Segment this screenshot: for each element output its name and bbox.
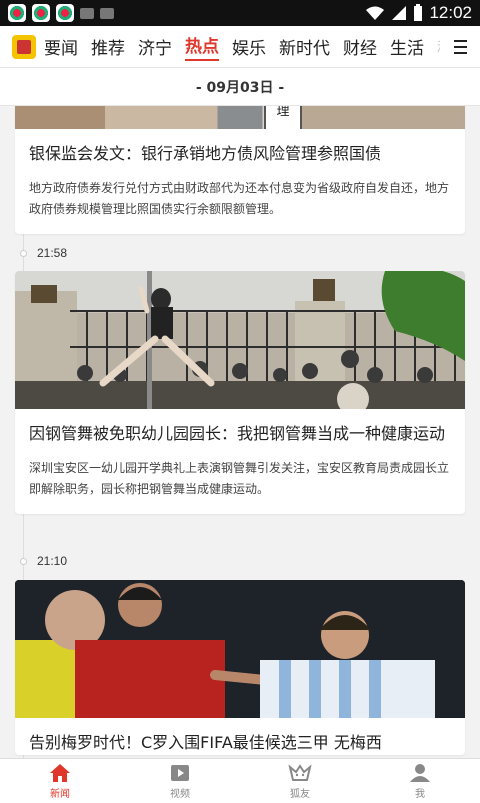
bottom-nav-news[interactable]: 新闻 <box>0 759 120 803</box>
news-title: 银保监会发文：银行承销地方债风险管理参照国债 <box>29 144 382 163</box>
mail-icon <box>100 7 114 19</box>
home-icon <box>50 763 70 782</box>
pole-dance-photo <box>15 271 465 409</box>
bottom-nav-label: 狐友 <box>290 788 310 800</box>
news-card[interactable]: 告别梅罗时代！C罗入围FIFA最佳候选三甲 无梅西 <box>15 580 465 755</box>
sign-board: 管 理 <box>264 106 302 129</box>
tab-channel[interactable]: 娱乐 <box>232 34 266 59</box>
news-time: 21:58 <box>37 246 68 260</box>
bottom-nav-label: 新闻 <box>50 788 70 800</box>
timeline-entry: 21:58 <box>0 243 67 263</box>
app-logo[interactable] <box>12 34 36 59</box>
news-card[interactable]: 因钢管舞被免职幼儿园园长：我把钢管舞当成一种健康运动 深圳宝安区一幼儿园开学典礼… <box>15 271 465 514</box>
news-title: 因钢管舞被免职幼儿园园长：我把钢管舞当成一种健康运动 <box>29 424 446 443</box>
channel-nav: 要闻推荐济宁热点娱乐新时代财经生活科 <box>0 26 480 68</box>
clock: 12:02 <box>429 3 472 22</box>
football-photo <box>15 580 465 718</box>
battery-icon <box>414 4 423 21</box>
app-notification-icon <box>32 4 50 22</box>
wifi-icon <box>366 6 385 20</box>
bottom-nav-video[interactable]: 视频 <box>120 759 240 803</box>
tab-channel[interactable]: 新时代 <box>279 34 330 59</box>
user-icon <box>410 763 430 782</box>
news-time: 21:10 <box>37 554 68 568</box>
tab-channel[interactable]: 要闻 <box>44 34 78 59</box>
app-notification-icon <box>56 4 74 22</box>
news-image <box>15 580 465 718</box>
timeline-dot <box>20 557 27 565</box>
bottom-nav-me[interactable]: 我 <box>360 759 480 803</box>
status-bar: 12:02 <box>0 0 480 26</box>
date-header: - 09月03日 - <box>0 68 480 106</box>
bottom-nav-friends[interactable]: 狐友 <box>240 759 360 803</box>
bottom-nav-label: 我 <box>415 788 425 800</box>
bottom-nav: 新闻 视频 狐友 我 <box>0 758 480 803</box>
tab-channel[interactable]: 济宁 <box>138 34 172 59</box>
video-icon <box>171 764 189 781</box>
news-image <box>15 271 465 409</box>
news-summary: 深圳宝安区一幼儿园开学典礼上表演钢管舞引发关注，宝安区教育局责成园长立即解除职务… <box>29 461 450 496</box>
channel-tabs: 要闻推荐济宁热点娱乐新时代财经生活科 <box>44 32 440 61</box>
signal-icon <box>392 6 407 20</box>
tab-channel[interactable]: 推荐 <box>91 34 125 59</box>
news-summary: 地方政府债券发行兑付方式由财政部代为还本付息变为省级政府自发自还，地方政府债券规… <box>29 181 450 216</box>
news-title: 告别梅罗时代！C罗入围FIFA最佳候选三甲 无梅西 <box>29 733 382 752</box>
bottom-nav-label: 视频 <box>170 788 190 800</box>
friends-icon <box>288 763 312 781</box>
news-image: 管 理 <box>15 106 465 129</box>
app-notification-icon <box>8 4 26 22</box>
date-label: - 09月03日 - <box>195 79 285 96</box>
mail-icon <box>80 7 94 19</box>
tab-channel[interactable]: 财经 <box>343 34 377 59</box>
tab-active[interactable]: 热点 <box>185 32 219 61</box>
timeline-entry: 21:10 <box>0 551 67 571</box>
timeline-dot <box>20 249 27 257</box>
news-card[interactable]: 管 理 银保监会发文：银行承销地方债风险管理参照国债 地方政府债券发行兑付方式由… <box>15 106 465 234</box>
tab-channel[interactable]: 生活 <box>390 34 424 59</box>
menu-button[interactable] <box>440 26 480 67</box>
news-feed[interactable]: 管 理 银保监会发文：银行承销地方债风险管理参照国债 地方政府债券发行兑付方式由… <box>0 106 480 758</box>
